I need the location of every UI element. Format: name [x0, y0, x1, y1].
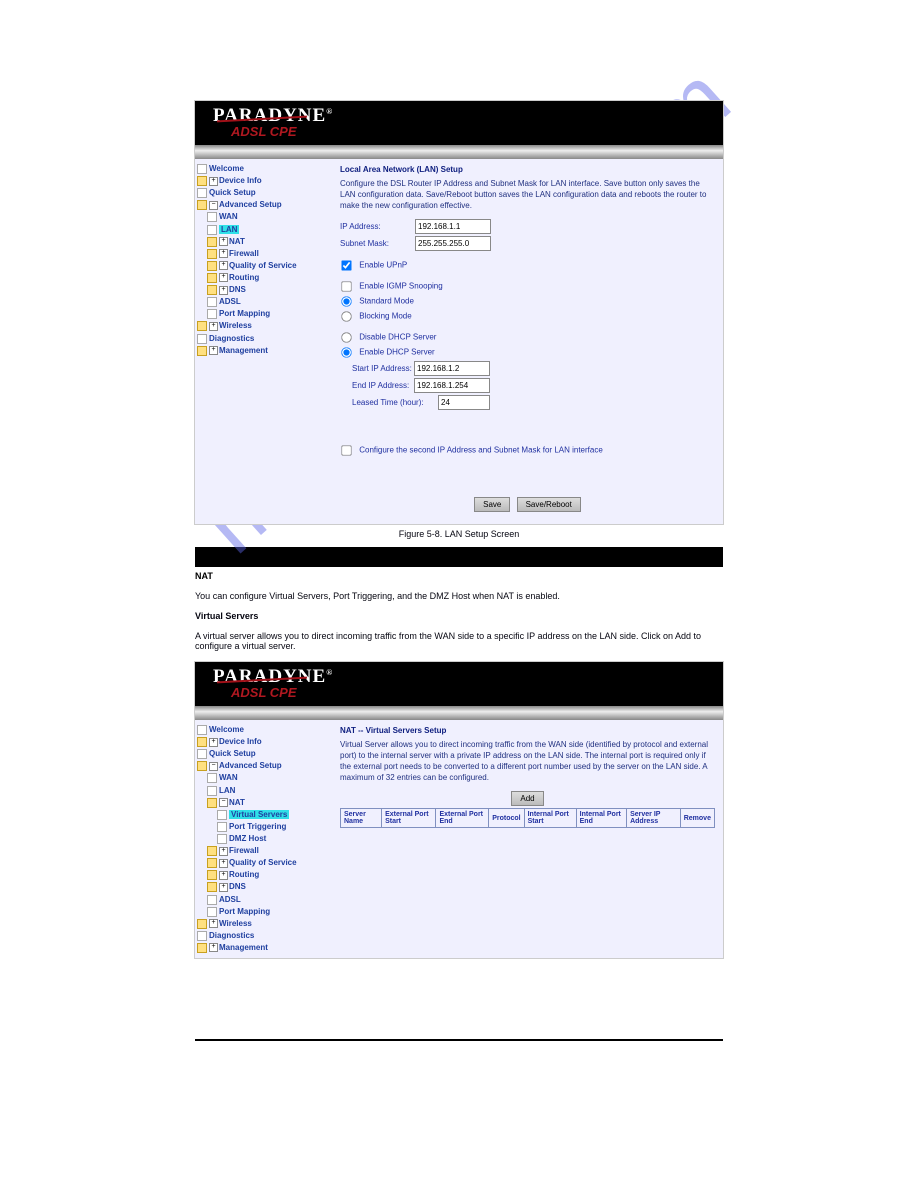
nav-quick-setup-2[interactable]: Quick Setup: [197, 748, 332, 760]
vs-content: NAT -- Virtual Servers Setup Virtual Ser…: [334, 720, 723, 958]
brand-logo-2: PARADYNE: [195, 662, 723, 688]
col-int-port-start: Internal Port Start: [524, 809, 576, 828]
nav-advanced-setup-2[interactable]: −Advanced Setup WAN LAN −NAT Virtual Ser…: [197, 760, 332, 917]
nav-adsl-2[interactable]: ADSL: [207, 894, 332, 906]
start-ip-label: Start IP Address:: [352, 364, 414, 373]
igmp-label: Enable IGMP Snooping: [359, 282, 442, 291]
nav-qos-2[interactable]: +Quality of Service: [207, 857, 332, 869]
nav-wireless[interactable]: +Wireless: [197, 320, 332, 332]
save-button[interactable]: Save: [474, 497, 510, 512]
nav-device-info[interactable]: +Device Info: [197, 175, 332, 187]
nav-wireless-2[interactable]: +Wireless: [197, 918, 332, 930]
header-divider-2: [195, 706, 723, 720]
igmp-checkbox[interactable]: [341, 281, 351, 291]
col-server-name: Server Name: [341, 809, 382, 828]
nav-lan-2[interactable]: LAN: [207, 785, 332, 797]
col-server-ip: Server IP Address: [627, 809, 681, 828]
lan-content: Local Area Network (LAN) Setup Configure…: [334, 159, 723, 524]
dhcp-enable-label: Enable DHCP Server: [359, 348, 434, 357]
nav-firewall[interactable]: +Firewall: [207, 248, 332, 260]
ip-input[interactable]: [415, 219, 491, 234]
nav-dns[interactable]: +DNS: [207, 284, 332, 296]
nat-text-2: A virtual server allows you to direct in…: [195, 631, 723, 651]
nav-virtual-servers[interactable]: Virtual Servers: [217, 809, 332, 821]
page-title: Local Area Network (LAN) Setup: [340, 165, 715, 174]
upnp-checkbox[interactable]: [341, 260, 351, 270]
col-remove: Remove: [680, 809, 714, 828]
nav-diagnostics-2[interactable]: Diagnostics: [197, 930, 332, 942]
nat-heading: NAT: [195, 571, 723, 581]
start-ip-input[interactable]: [414, 361, 490, 376]
lease-label: Leased Time (hour):: [352, 398, 438, 407]
end-ip-input[interactable]: [414, 378, 490, 393]
footer-rule: [195, 1039, 723, 1041]
nat-heading-bar: [195, 547, 723, 567]
nav-nat-2[interactable]: −NAT Virtual Servers Port Triggering DMZ…: [207, 797, 332, 845]
figure-caption: Figure 5-8. LAN Setup Screen: [195, 529, 723, 539]
vs-description: Virtual Server allows you to direct inco…: [340, 739, 715, 783]
nav-dmz-host[interactable]: DMZ Host: [217, 833, 332, 845]
second-ip-checkbox[interactable]: [341, 445, 351, 455]
virtual-servers-screenshot: PARADYNE ADSL CPE Welcome +Device Info Q…: [194, 661, 724, 959]
nav-qos[interactable]: +Quality of Service: [207, 260, 332, 272]
nav-device-info-2[interactable]: +Device Info: [197, 736, 332, 748]
nav-welcome[interactable]: Welcome: [197, 163, 332, 175]
nav-quick-setup[interactable]: Quick Setup: [197, 187, 332, 199]
nav-welcome-2[interactable]: Welcome: [197, 724, 332, 736]
blocking-radio[interactable]: [341, 311, 351, 321]
dhcp-disable-label: Disable DHCP Server: [359, 333, 436, 342]
nav-wan[interactable]: WAN: [207, 211, 332, 223]
save-reboot-button[interactable]: Save/Reboot: [517, 497, 581, 512]
brand-logo: PARADYNE: [195, 101, 723, 127]
dhcp-enable-radio[interactable]: [341, 347, 351, 357]
nav-portmap[interactable]: Port Mapping: [207, 308, 332, 320]
second-ip-label: Configure the second IP Address and Subn…: [359, 446, 603, 455]
router-header-2: PARADYNE ADSL CPE: [195, 662, 723, 706]
nav-routing[interactable]: +Routing: [207, 272, 332, 284]
nav-portmap-2[interactable]: Port Mapping: [207, 906, 332, 918]
col-ext-port-start: External Port Start: [382, 809, 436, 828]
page-description: Configure the DSL Router IP Address and …: [340, 178, 715, 211]
nav-advanced-setup[interactable]: −Advanced Setup WAN LAN +NAT +Firewall +…: [197, 199, 332, 320]
nav-nat[interactable]: +NAT: [207, 236, 332, 248]
blocking-label: Blocking Mode: [359, 312, 411, 321]
nav-firewall-2[interactable]: +Firewall: [207, 845, 332, 857]
header-divider: [195, 145, 723, 159]
nav-management-2[interactable]: +Management: [197, 942, 332, 954]
col-int-port-end: Internal Port End: [576, 809, 626, 828]
nat-text-1: You can configure Virtual Servers, Port …: [195, 591, 723, 601]
end-ip-label: End IP Address:: [352, 381, 414, 390]
subnet-input[interactable]: [415, 236, 491, 251]
nav-port-triggering[interactable]: Port Triggering: [217, 821, 332, 833]
nav-lan[interactable]: LAN: [207, 224, 332, 236]
lease-input[interactable]: [438, 395, 490, 410]
nav-dns-2[interactable]: +DNS: [207, 881, 332, 893]
standard-label: Standard Mode: [359, 297, 414, 306]
subnet-label: Subnet Mask:: [340, 239, 415, 248]
standard-radio[interactable]: [341, 296, 351, 306]
dhcp-disable-radio[interactable]: [341, 332, 351, 342]
col-protocol: Protocol: [489, 809, 524, 828]
upnp-label: Enable UPnP: [359, 261, 407, 270]
nav-adsl[interactable]: ADSL: [207, 296, 332, 308]
router-header: PARADYNE ADSL CPE: [195, 101, 723, 145]
nav-management[interactable]: +Management: [197, 345, 332, 357]
ip-label: IP Address:: [340, 222, 415, 231]
nav-tree: Welcome +Device Info Quick Setup −Advanc…: [195, 159, 334, 524]
col-ext-port-end: External Port End: [436, 809, 489, 828]
nav-routing-2[interactable]: +Routing: [207, 869, 332, 881]
nav-tree-2: Welcome +Device Info Quick Setup −Advanc…: [195, 720, 334, 958]
virtual-servers-table: Server Name External Port Start External…: [340, 808, 715, 828]
lan-setup-screenshot: PARADYNE ADSL CPE Welcome +Device Info Q…: [194, 100, 724, 525]
nav-diagnostics[interactable]: Diagnostics: [197, 333, 332, 345]
add-button[interactable]: Add: [511, 791, 543, 806]
nav-wan-2[interactable]: WAN: [207, 772, 332, 784]
virtual-servers-heading: Virtual Servers: [195, 611, 723, 621]
vs-title: NAT -- Virtual Servers Setup: [340, 726, 715, 735]
